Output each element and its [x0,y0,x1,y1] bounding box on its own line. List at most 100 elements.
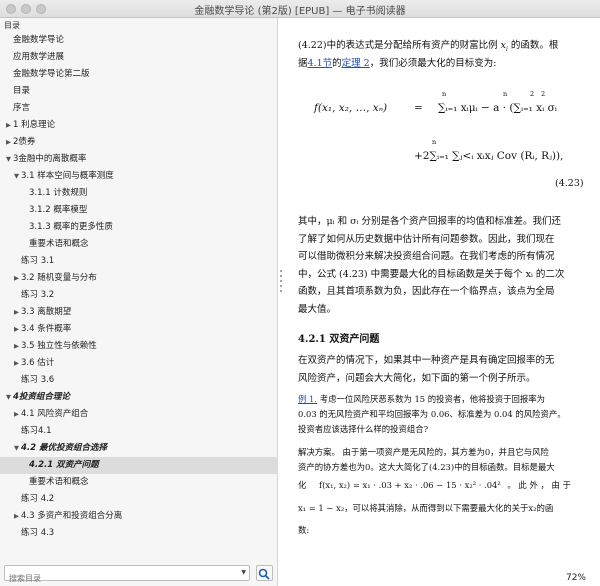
toc-item[interactable]: ▶ 3.6 估计 [0,355,278,372]
toc-item-label: 练习4.1 [21,426,52,436]
toc-item[interactable]: 练习 4.2 [0,491,278,508]
toc-item-label: 4.1 风险资产组合 [21,409,89,419]
equation-equals: = [414,102,423,114]
paragraph-line: 最大值。 [298,304,337,315]
zoom-level[interactable]: 72% [566,573,586,583]
toc-item[interactable]: ▶ 3.3 离散期望 [0,304,278,321]
text-span: (4.22)中的表达式是分配给所有资产的财富比例 [298,40,501,51]
solution-line: 解决方案。 由于第一项资产是无风险的，其方差为0，并且它与风险 [298,447,549,457]
solution-line: 化 f(x₁, x₂) = x₁ · .03 + x₂ · .06 − 15 ·… [298,479,571,491]
toc-item-label: 练习 3.1 [21,256,55,266]
toc-item[interactable]: ▶ 3.4 条件概率 [0,321,278,338]
paragraph-line: 在双资产的情况下，如果其中一种资产是具有确定回报率的无 [298,355,555,366]
exponent: 2 [530,90,535,98]
toc-item-label: 4.3 多资产和投资组合分离 [21,511,123,521]
toc-item[interactable]: 金融数学导论第二版 [0,66,278,83]
toc-item-label: 练习 4.2 [21,494,55,504]
title-bar: 金融数学导论 (第2版) [EPUB] — 电子书阅读器 [0,0,600,18]
toc-item[interactable]: ▶ 3.2 随机变量与分布 [0,270,278,287]
paragraph-line: 可以借助微积分来解决投资组合问题。在我们考虑的所有情况 [298,251,555,263]
toc-item[interactable]: ▼ 3.1 样本空间与概率测度 [0,168,278,185]
text-span: 据 [298,58,308,69]
toc-header: 目录 [4,21,20,30]
toc-item[interactable]: ▼ 3金融中的离散概率 [0,151,278,168]
toc-item-label: 3.1.2 概率模型 [29,205,88,215]
toc-item[interactable]: 3.1.2 概率模型 [0,202,278,219]
toc-item[interactable]: 目录 [0,83,278,100]
sidebar-splitter-handle[interactable] [279,270,283,295]
toc-item[interactable]: 4.2.1 双资产问题 [0,457,278,474]
disclosure-collapsed-icon[interactable]: ▶ [12,508,21,525]
chevron-down-icon[interactable]: ▼ [241,569,246,576]
equation-lhs: f(x₁, x₂, …, xₙ) [314,102,388,114]
toc-item[interactable]: 3.1.3 概率的更多性质 [0,219,278,236]
toc-item[interactable]: 重要术语和概念 [0,236,278,253]
text-span: 化 [298,480,307,490]
sum-upper-limit: n [432,138,437,146]
paragraph-line: 中，公式 (4.23) 中需要最大化的目标函数是关于每个 xᵢ 的二次 [298,268,565,280]
toc-item[interactable]: ▶ 3.5 独立性与依赖性 [0,338,278,355]
reader-content: (4.22)中的表达式是分配给所有资产的财富比例 xi 的函数。根 据4.1节的… [284,18,600,586]
toc-item-label: 3.6 估计 [21,358,55,368]
example-link[interactable]: 例 1. [298,394,317,404]
section-link[interactable]: 4.1节 [308,58,333,69]
solution-line: 资产的协方差也为0。这大大简化了(4.23)中的目标函数。目标是最大 [298,462,555,472]
paragraph-line: 风险资产，问题会大大简化，如下面的第一个例子所示。 [298,372,536,384]
toc-item-label: 练习 3.6 [21,375,55,385]
text-span: 的 [332,58,342,69]
inline-formula: f(x₁, x₂) = x₁ · .03 + x₂ · .06 − 15 · x… [319,480,501,490]
toc-item[interactable]: ▶ 4.3 多资产和投资组合分离 [0,508,278,525]
toc-item[interactable]: 应用数学进展 [0,49,278,66]
toc-item-label: 金融数学导论 [13,35,65,45]
toc-item-label: 3.4 条件概率 [21,324,72,334]
text-span: 考虑一位风险厌恶系数为 15 的投资者，他将投资于回报率为 [317,394,546,404]
toc-item[interactable]: ▼ 4投资组合理论 [0,389,278,406]
toc-item-label: 序言 [13,103,31,113]
toc-item[interactable]: 金融数学导论 [0,32,278,49]
toc-item-label: 2债券 [13,137,36,147]
toc-item-label: 3.1.1 计数规则 [29,188,88,198]
toc-sidebar: 目录 金融数学导论 应用数学进展 金融数学导论第二版 目录 序言 ▶ 1 利息理论 ▶ 2债券 ▼… [0,18,278,586]
toc-search-input[interactable] [5,571,230,586]
search-button[interactable] [256,565,273,581]
disclosure-collapsed-icon[interactable]: ▶ [12,355,21,372]
disclosure-collapsed-icon[interactable]: ▶ [4,117,13,134]
disclosure-collapsed-icon[interactable]: ▶ [12,406,21,423]
paragraph-line: (4.22)中的表达式是分配给所有资产的财富比例 xi 的函数。根 [298,37,558,53]
toc-item-label: 练习 3.2 [21,290,55,300]
sum-upper-limit: n [442,90,447,98]
equation-number: (4.23) [555,178,584,189]
toc-item[interactable]: 练习 4.3 [0,525,278,542]
toc-item[interactable]: ▼ 4.2 最优投资组合选择 [0,440,278,457]
toc-item-label: 金融数学导论第二版 [13,69,90,79]
theorem-link[interactable]: 定理 2 [342,58,370,69]
paragraph-line: 了解了如何从历史数据中估计所有问题参数。因此，我们现在 [298,233,555,245]
sum-upper-limit: n [503,90,508,98]
disclosure-collapsed-icon[interactable]: ▶ [12,338,21,355]
toc-item[interactable]: 练习 3.1 [0,253,278,270]
disclosure-collapsed-icon[interactable]: ▶ [12,321,21,338]
toc-item[interactable]: 练习 3.2 [0,287,278,304]
disclosure-expanded-icon[interactable]: ▼ [4,389,13,406]
toc-item-label: 4.2.1 双资产问题 [29,460,99,470]
toc-item[interactable]: 练习 3.6 [0,372,278,389]
toc-item[interactable]: ▶ 4.1 风险资产组合 [0,406,278,423]
toc-item[interactable]: ▶ 2债券 [0,134,278,151]
example-line: 例 1. 考虑一位风险厌恶系数为 15 的投资者，他将投资于回报率为 [298,393,545,405]
disclosure-expanded-icon[interactable]: ▼ [12,440,21,457]
toc-item[interactable]: ▶ 1 利息理论 [0,117,278,134]
toc-search-box[interactable]: ▼ [4,565,250,586]
exponent: 2 [541,90,546,98]
toc-item-label: 3.1.3 概率的更多性质 [29,222,113,232]
text-span: ，可以将其消除，从而得到以下需要最大化的关于x₂的函 [344,503,554,513]
disclosure-collapsed-icon[interactable]: ▶ [4,134,13,151]
toc-item[interactable]: 3.1.1 计数规则 [0,185,278,202]
disclosure-collapsed-icon[interactable]: ▶ [12,304,21,321]
toc-item[interactable]: 序言 [0,100,278,117]
toc-item[interactable]: 重要术语和概念 [0,474,278,491]
disclosure-collapsed-icon[interactable]: ▶ [12,270,21,287]
disclosure-expanded-icon[interactable]: ▼ [4,151,13,168]
disclosure-expanded-icon[interactable]: ▼ [12,168,21,185]
toc-item-label: 目录 [13,86,31,96]
toc-item[interactable]: 练习4.1 [0,423,278,440]
